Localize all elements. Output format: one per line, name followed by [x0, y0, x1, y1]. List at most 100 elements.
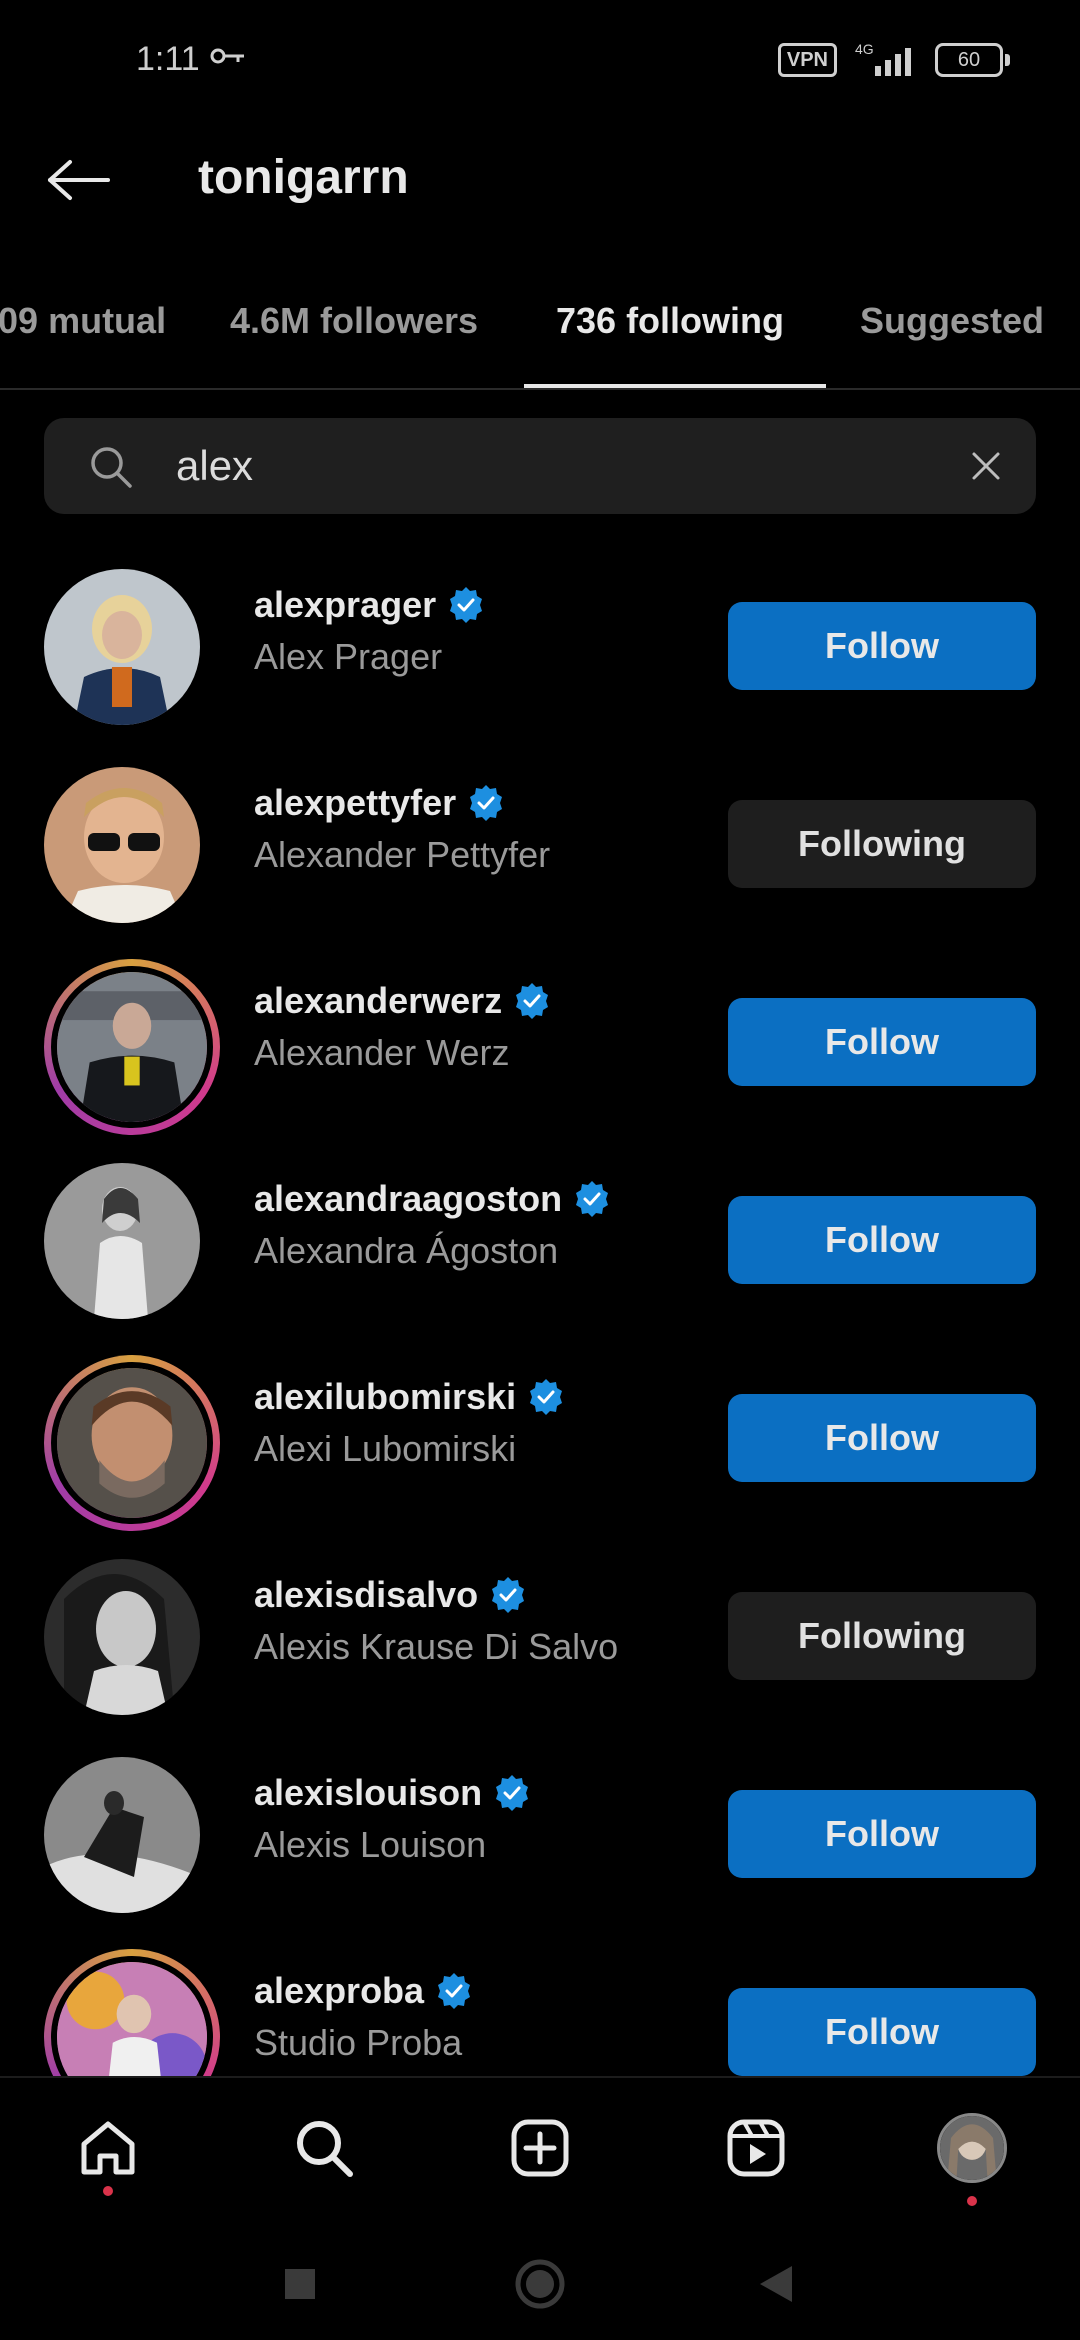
- header: tonigarrn: [0, 130, 1080, 230]
- home-notification-dot: [103, 2186, 113, 2196]
- tab-suggested[interactable]: Suggested: [860, 300, 1044, 342]
- home-system-button[interactable]: [510, 2254, 570, 2314]
- active-tab-indicator: [524, 384, 826, 388]
- avatar[interactable]: [44, 1163, 200, 1319]
- follow-button[interactable]: Follow: [728, 998, 1036, 1086]
- profile-photo: [44, 569, 200, 725]
- verified-badge-icon: [530, 1379, 563, 1415]
- list-item[interactable]: alexanderwerz Alexander Werz Follow: [0, 944, 1080, 1142]
- verified-badge-icon: [576, 1181, 609, 1217]
- list-item[interactable]: alexpettyfer Alexander Pettyfer Followin…: [0, 746, 1080, 944]
- profile-photo: [44, 1757, 200, 1913]
- clear-search-button[interactable]: [960, 440, 1012, 492]
- home-icon: [81, 2121, 135, 2175]
- profile-avatar: [937, 2113, 1007, 2183]
- profile-photo: [44, 767, 200, 923]
- follow-button[interactable]: Follow: [728, 1196, 1036, 1284]
- add-post-icon: [511, 2119, 569, 2177]
- tab-following[interactable]: 736 following: [556, 300, 784, 342]
- profile-photo: [51, 1362, 213, 1524]
- username[interactable]: alexisdisalvo: [254, 1574, 478, 1616]
- avatar[interactable]: [44, 1559, 200, 1715]
- user-list: alexprager Alex Prager Follow alexpettyf…: [0, 548, 1080, 2076]
- username[interactable]: alexislouison: [254, 1772, 482, 1814]
- search-icon: [297, 2121, 353, 2177]
- profile-photo: [44, 1559, 200, 1715]
- list-item[interactable]: alexandraagoston Alexandra Ágoston Follo…: [0, 1142, 1080, 1340]
- arrow-left-icon: [48, 160, 110, 200]
- verified-badge-icon: [492, 1577, 525, 1613]
- status-bar: 1:11 VPN 4G 60: [0, 0, 1080, 110]
- full-name: Alexandra Ágoston: [254, 1230, 559, 1271]
- profile-photo: [51, 1956, 213, 2076]
- reels-icon: [727, 2119, 785, 2177]
- full-name: Alexander Pettyfer: [254, 834, 551, 875]
- recent-apps-button[interactable]: [270, 2254, 330, 2314]
- username[interactable]: alexilubomirski: [254, 1376, 516, 1418]
- page-title: tonigarrn: [198, 151, 409, 204]
- bottom-nav: [0, 2076, 1080, 2218]
- list-item[interactable]: alexilubomirski Alexi Lubomirski Follow: [0, 1340, 1080, 1538]
- verified-badge-icon: [450, 587, 483, 623]
- profile-photo: [51, 966, 213, 1128]
- full-name: Studio Proba: [254, 2022, 463, 2063]
- avatar-story-ring[interactable]: [44, 1355, 220, 1531]
- list-item[interactable]: alexisdisalvo Alexis Krause Di Salvo Fol…: [0, 1538, 1080, 1736]
- full-name: Alexander Werz: [254, 1032, 510, 1073]
- signal-icon: 4G: [855, 41, 911, 76]
- list-item[interactable]: alexprager Alex Prager Follow: [0, 548, 1080, 746]
- nav-home[interactable]: [68, 2108, 148, 2188]
- avatar[interactable]: [44, 569, 200, 725]
- follow-button[interactable]: Follow: [728, 602, 1036, 690]
- list-item[interactable]: alexislouison Alexis Louison Follow: [0, 1736, 1080, 1934]
- verified-badge-icon: [496, 1775, 529, 1811]
- search-icon: [91, 447, 132, 488]
- nav-create[interactable]: [500, 2108, 580, 2188]
- list-item[interactable]: alexproba Studio Proba Follow: [0, 1934, 1080, 2076]
- avatar-story-ring[interactable]: [44, 1949, 220, 2076]
- avatar[interactable]: [44, 767, 200, 923]
- tab-bar: 109 mutual 4.6M followers 736 following …: [0, 270, 1080, 390]
- square-icon: [285, 2269, 315, 2299]
- nav-search[interactable]: [284, 2108, 364, 2188]
- follow-button[interactable]: Follow: [728, 1394, 1036, 1482]
- verified-badge-icon: [438, 1973, 471, 2009]
- network-type: 4G: [855, 41, 874, 57]
- full-name: Alex Prager: [254, 636, 443, 677]
- system-nav-bar: [0, 2216, 1080, 2340]
- back-system-button[interactable]: [746, 2254, 806, 2314]
- follow-button[interactable]: Follow: [728, 1790, 1036, 1878]
- tab-followers[interactable]: 4.6M followers: [230, 300, 478, 342]
- verified-badge-icon: [470, 785, 503, 821]
- search-input[interactable]: alex: [176, 436, 956, 496]
- full-name: Alexis Louison: [254, 1824, 487, 1865]
- full-name: Alexi Lubomirski: [254, 1428, 517, 1469]
- follow-button[interactable]: Follow: [728, 1988, 1036, 2076]
- username[interactable]: alexproba: [254, 1970, 424, 2012]
- battery-icon: 60: [935, 43, 1010, 77]
- avatar[interactable]: [44, 1757, 200, 1913]
- following-button[interactable]: Following: [728, 800, 1036, 888]
- search-bar[interactable]: alex: [44, 418, 1036, 514]
- back-button[interactable]: [38, 148, 118, 212]
- tab-mutual[interactable]: 109 mutual: [0, 300, 166, 342]
- key-icon: [210, 48, 244, 64]
- triangle-back-icon: [760, 2266, 792, 2302]
- username[interactable]: alexanderwerz: [254, 980, 502, 1022]
- profile-notification-dot: [967, 2196, 977, 2206]
- username[interactable]: alexpettyfer: [254, 782, 456, 824]
- username[interactable]: alexprager: [254, 584, 436, 626]
- following-button[interactable]: Following: [728, 1592, 1036, 1680]
- full-name: Alexis Krause Di Salvo: [254, 1626, 619, 1667]
- avatar-story-ring[interactable]: [44, 959, 220, 1135]
- profile-photo: [44, 1163, 200, 1319]
- battery-level: 60: [957, 48, 981, 71]
- status-time: 1:11: [136, 40, 200, 78]
- nav-reels[interactable]: [716, 2108, 796, 2188]
- username[interactable]: alexandraagoston: [254, 1178, 562, 1220]
- nav-profile[interactable]: [932, 2108, 1012, 2188]
- close-icon: [972, 452, 1000, 480]
- circle-icon: [515, 2259, 565, 2309]
- verified-badge-icon: [516, 983, 549, 1019]
- vpn-badge: VPN: [777, 43, 837, 77]
